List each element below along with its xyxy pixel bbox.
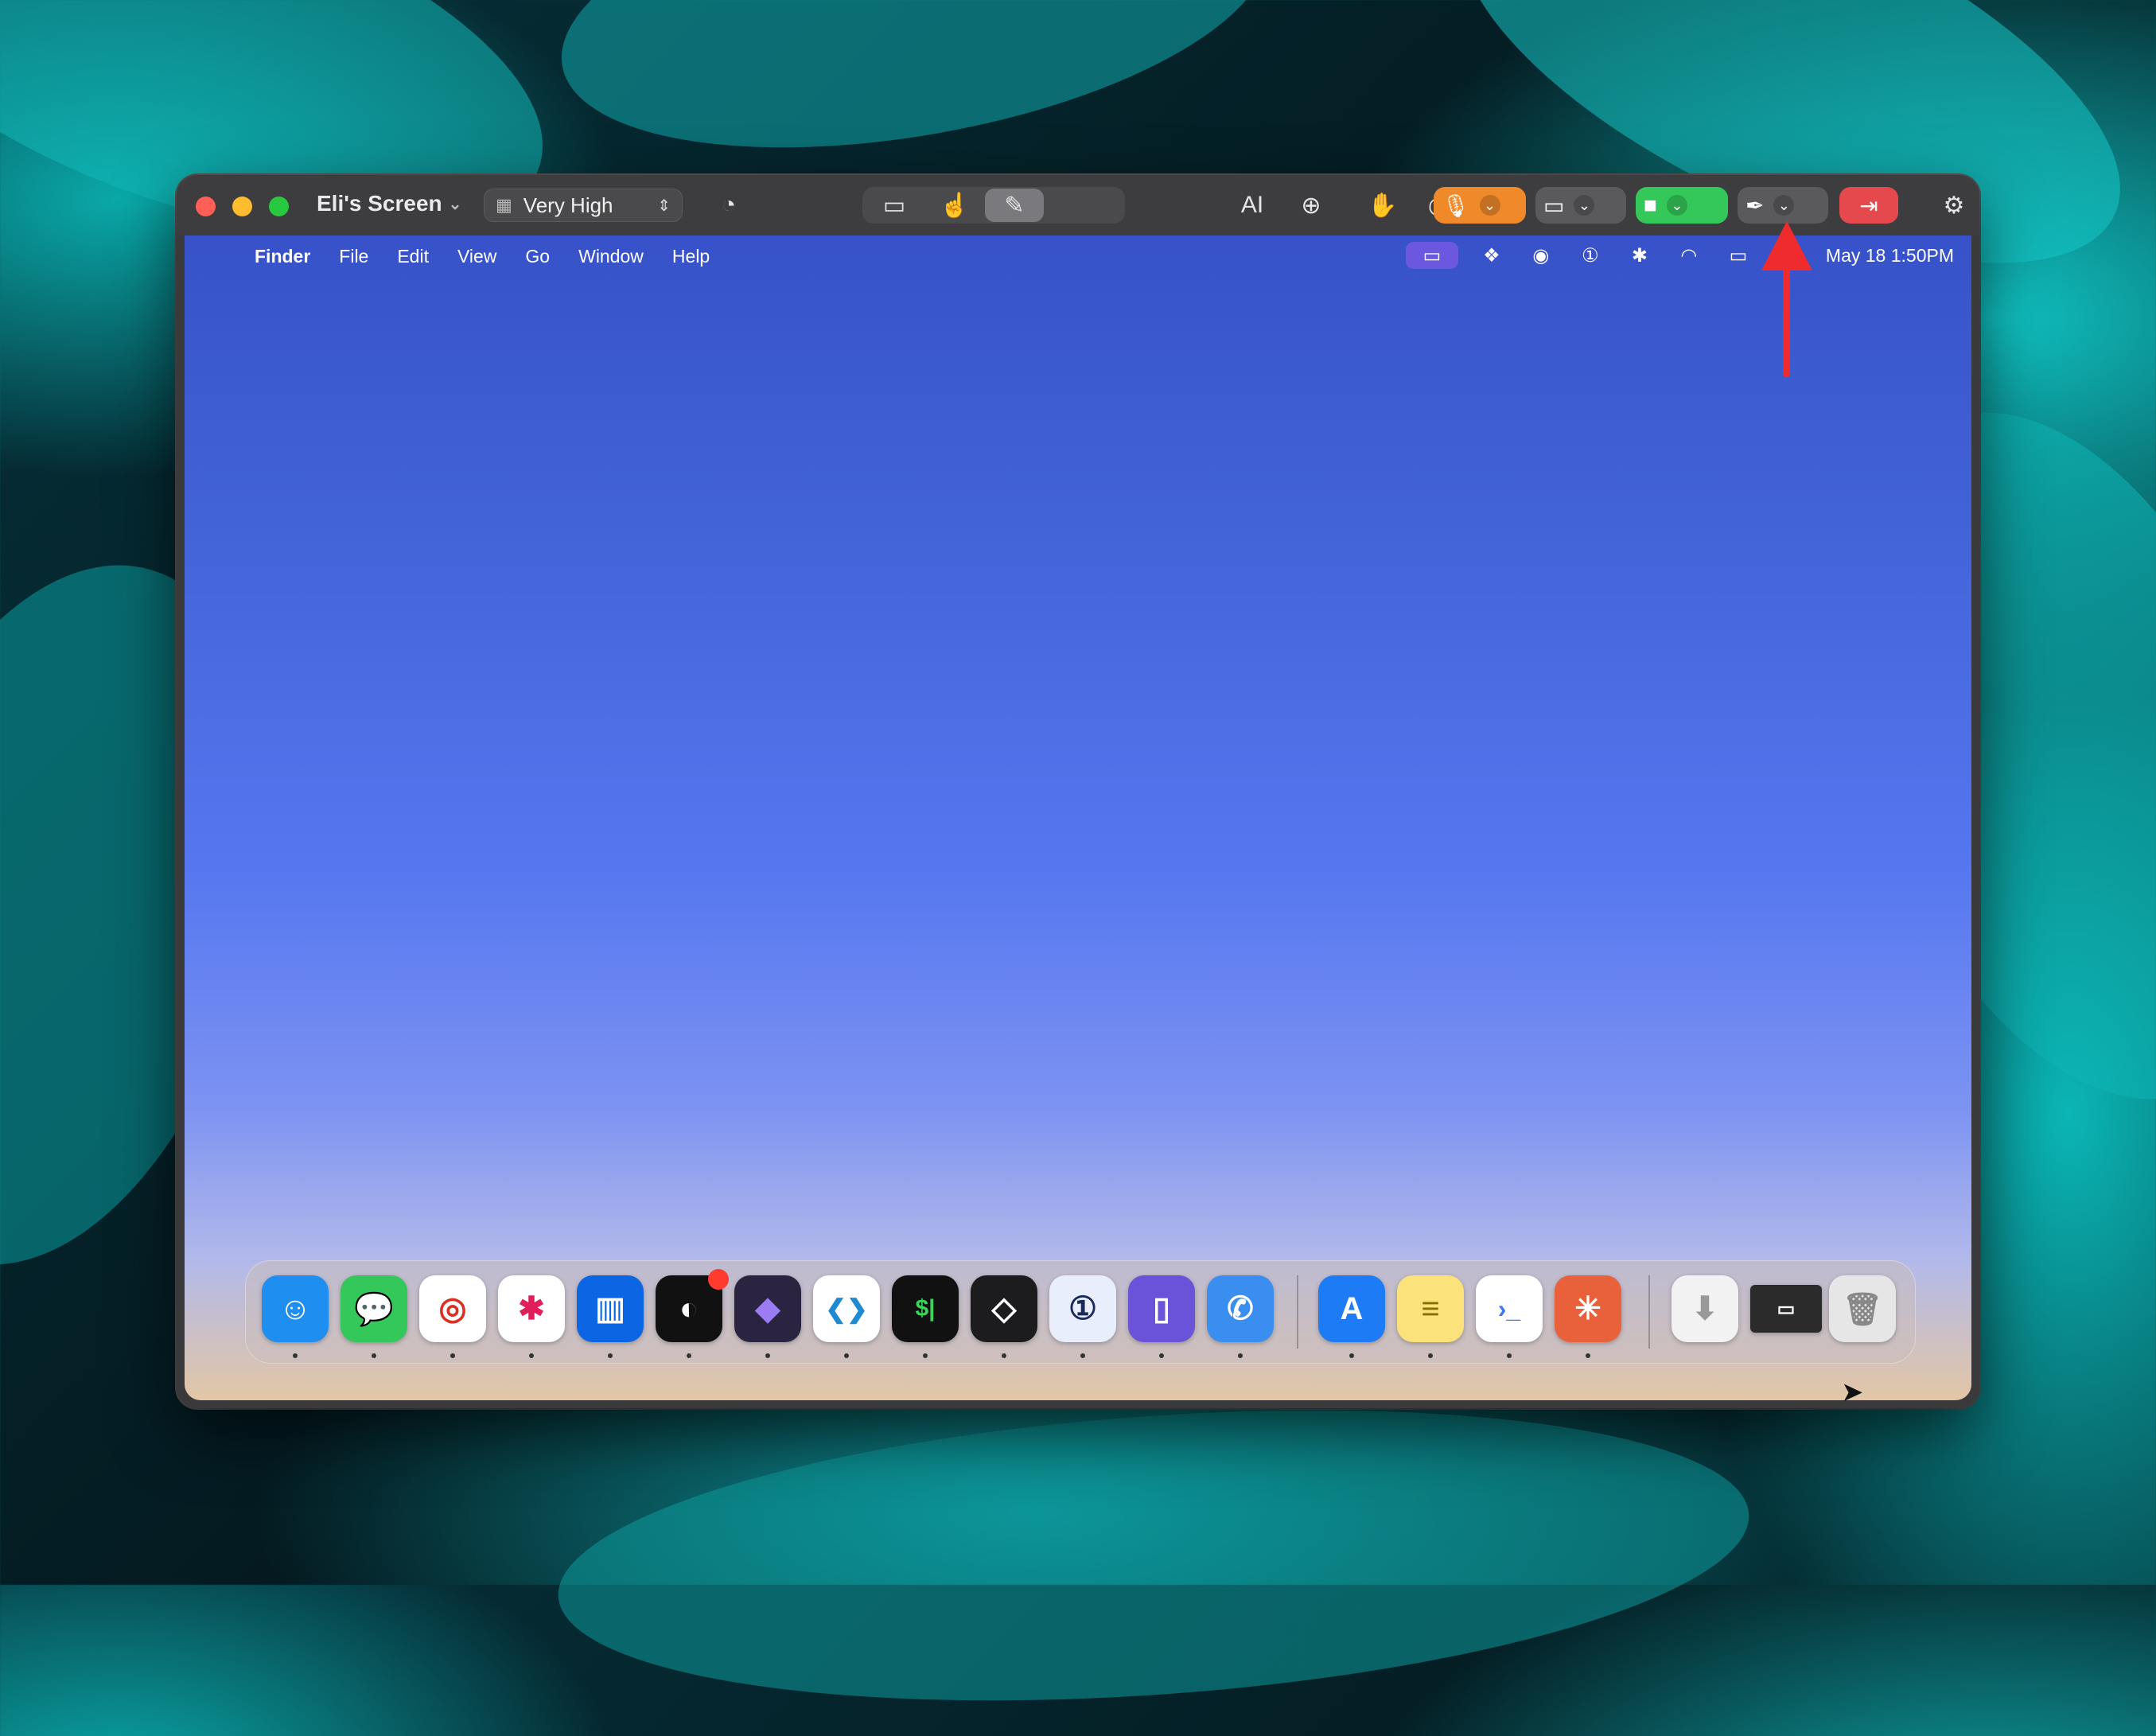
- wallpaper-swoosh: [548, 1375, 1759, 1736]
- menu-items: Finder File Edit View Go Window Help: [255, 246, 738, 267]
- running-indicator: [450, 1353, 455, 1358]
- status-bar: ▭ ❖ ◉ ① ✱ ◠ ▭ ☰ May 18 1:50PM: [1405, 242, 1954, 269]
- quality-value: Very High: [523, 193, 613, 217]
- hand-pointer-icon[interactable]: ☝: [937, 189, 972, 221]
- chevron-down-icon: ⌄: [448, 195, 462, 213]
- wallpaper-swoosh: [539, 0, 1290, 196]
- dock-app-downloads[interactable]: ⬇: [1671, 1275, 1738, 1342]
- dock-app-notes[interactable]: ≡: [1397, 1275, 1464, 1342]
- running-indicator: [1159, 1353, 1164, 1358]
- wifi-icon[interactable]: ◠: [1673, 242, 1705, 269]
- screen-share-button[interactable]: ▭ ⌄: [1535, 187, 1626, 224]
- window-titlebar: Eli's Screen ⌄ ▦ Very High ⇕ ◔ ▭ ☝ ✎ AI …: [177, 175, 1979, 235]
- pen-scribble-icon[interactable]: ✎: [997, 189, 1032, 221]
- wave-hand-icon[interactable]: ✋: [1365, 189, 1400, 221]
- running-indicator: [1238, 1353, 1243, 1358]
- running-indicator: [529, 1353, 534, 1358]
- dock-app-obsidian[interactable]: ◆: [734, 1275, 801, 1342]
- dock-app-slack[interactable]: ✱: [498, 1275, 565, 1342]
- minimize-window-button[interactable]: [232, 197, 252, 216]
- menu-view[interactable]: View: [457, 246, 496, 267]
- dock-app-layers[interactable]: ◇: [971, 1275, 1037, 1342]
- menu-help[interactable]: Help: [672, 246, 710, 267]
- dock-app-finder[interactable]: ☺: [262, 1275, 329, 1342]
- dock-app-phone[interactable]: ✆: [1207, 1275, 1274, 1342]
- dock-app-trello[interactable]: ▥: [577, 1275, 644, 1342]
- screen-title: Eli's Screen: [317, 191, 442, 216]
- zoom-in-icon[interactable]: ⊕: [1294, 189, 1329, 221]
- microphone-button[interactable]: 🎙 ⌄: [1434, 187, 1526, 224]
- 1password-icon[interactable]: ①: [1574, 242, 1606, 269]
- menubar-clock[interactable]: May 18 1:50PM: [1826, 245, 1954, 267]
- running-indicator: [1507, 1353, 1512, 1358]
- dock-app-messages[interactable]: 💬: [341, 1275, 407, 1342]
- draw-button[interactable]: ✒ ⌄: [1738, 187, 1828, 224]
- running-indicator: [608, 1353, 613, 1358]
- screen-share-status-icon[interactable]: ▭: [1405, 242, 1458, 269]
- dock-app-terminal[interactable]: $|: [892, 1275, 959, 1342]
- screen-cursor-icon[interactable]: ▭: [877, 189, 912, 221]
- user-icon[interactable]: ◉: [1525, 242, 1557, 269]
- running-indicator: [687, 1353, 691, 1358]
- menu-file[interactable]: File: [339, 246, 368, 267]
- running-indicator: [844, 1353, 849, 1358]
- leave-button[interactable]: ⇥: [1839, 187, 1898, 224]
- running-indicator: [1080, 1353, 1085, 1358]
- menubar: Finder File Edit View Go Window Help ▭ ❖…: [185, 235, 1971, 275]
- screen-title-dropdown[interactable]: Eli's Screen ⌄: [317, 191, 461, 216]
- menu-edit[interactable]: Edit: [397, 246, 429, 267]
- menu-app-name[interactable]: Finder: [255, 246, 310, 267]
- gear-icon[interactable]: ⚙: [1936, 189, 1971, 221]
- dock: ☺ 💬 ◎ ✱ ▥ ◐ ◆ ❮❯ $| ◇ ① ▯ ✆ A ≡ ›_ ✳ ⬇ ▭…: [245, 1260, 1916, 1364]
- running-indicator: [1428, 1353, 1433, 1358]
- quality-select[interactable]: ▦ Very High ⇕: [484, 189, 683, 222]
- dock-app-prompt[interactable]: ›_: [1476, 1275, 1543, 1342]
- dock-app-trash[interactable]: 🗑: [1829, 1275, 1896, 1342]
- dock-app-notes-purple[interactable]: ▯: [1128, 1275, 1195, 1342]
- bluetooth-icon[interactable]: ✱: [1624, 242, 1656, 269]
- leave-icon: ⇥: [1859, 193, 1878, 218]
- chevron-down-icon[interactable]: ⌄: [1479, 195, 1500, 216]
- dock-app-1password[interactable]: ①: [1049, 1275, 1116, 1342]
- chevron-down-icon[interactable]: ⌄: [1773, 195, 1795, 216]
- dock-app-screenshot[interactable]: ▭: [1750, 1285, 1822, 1333]
- chevron-down-icon[interactable]: ⌄: [1574, 195, 1595, 216]
- running-indicator: [1002, 1353, 1006, 1358]
- annotation-arrow-shaft: [1783, 256, 1790, 377]
- maximize-window-button[interactable]: [269, 197, 289, 216]
- dock-separator: [1297, 1275, 1298, 1349]
- running-indicator: [923, 1353, 928, 1358]
- shared-desktop: Finder File Edit View Go Window Help ▭ ❖…: [185, 235, 1971, 1400]
- linear-icon: ◐: [679, 1290, 699, 1326]
- menu-window[interactable]: Window: [578, 246, 644, 267]
- dock-separator: [1648, 1275, 1650, 1349]
- feather-pen-icon: ✒: [1745, 193, 1765, 218]
- menu-go[interactable]: Go: [525, 246, 550, 267]
- video-camera-icon: ■: [1644, 193, 1657, 217]
- camera-button[interactable]: ■ ⌄: [1636, 187, 1728, 224]
- dock-app-chrome[interactable]: ◎: [419, 1275, 486, 1342]
- gauge-icon[interactable]: ◔: [711, 189, 746, 221]
- grid-icon: ▦: [496, 195, 512, 215]
- running-indicator: [293, 1353, 298, 1358]
- up-down-chevron-icon: ⇕: [657, 197, 671, 215]
- close-window-button[interactable]: [196, 197, 216, 216]
- notification-badge: [708, 1269, 729, 1290]
- dropbox-icon[interactable]: ❖: [1476, 242, 1508, 269]
- battery-icon[interactable]: ▭: [1722, 242, 1754, 269]
- microphone-icon: 🎙: [1442, 193, 1470, 218]
- running-indicator: [372, 1353, 376, 1358]
- running-indicator: [765, 1353, 770, 1358]
- chevron-down-icon[interactable]: ⌄: [1666, 195, 1687, 216]
- text-tool-icon[interactable]: AI: [1235, 189, 1270, 221]
- running-indicator: [1586, 1353, 1590, 1358]
- dock-app-app-store[interactable]: A: [1318, 1275, 1385, 1342]
- dock-app-linear[interactable]: ◐: [656, 1269, 729, 1342]
- dock-app-vscode[interactable]: ❮❯: [813, 1275, 880, 1342]
- dock-app-claude[interactable]: ✳: [1555, 1275, 1621, 1342]
- running-indicator: [1349, 1353, 1354, 1358]
- screen-share-window: Eli's Screen ⌄ ▦ Very High ⇕ ◔ ▭ ☝ ✎ AI …: [177, 175, 1979, 1408]
- screen-share-icon: ▭: [1543, 193, 1565, 218]
- mouse-cursor-icon: ➤: [1841, 1377, 1864, 1407]
